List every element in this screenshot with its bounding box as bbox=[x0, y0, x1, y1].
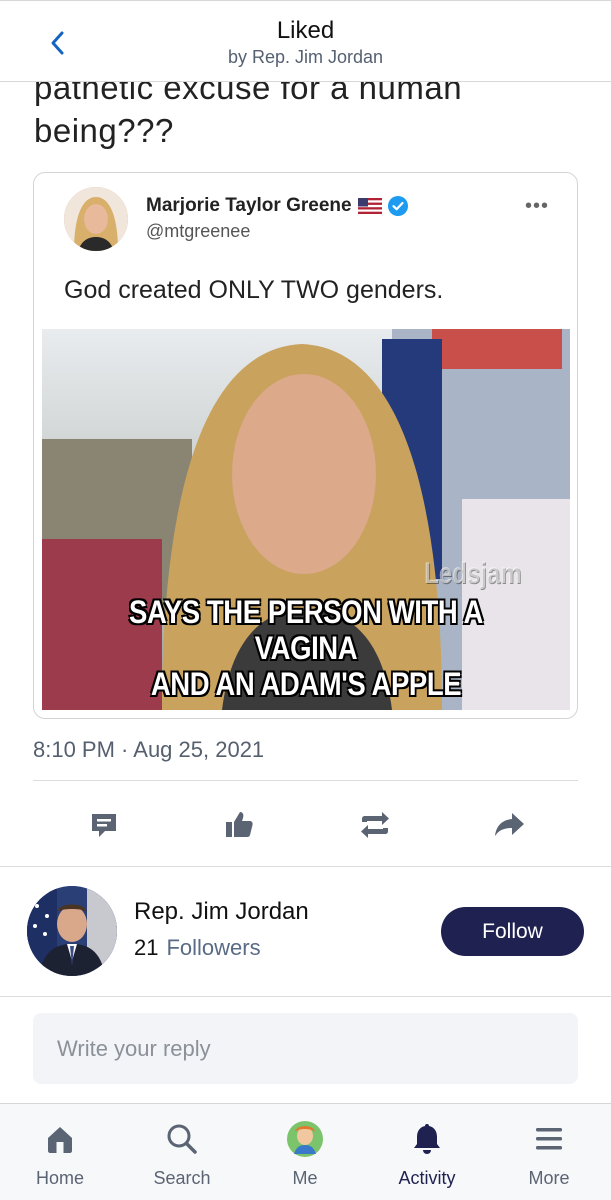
nav-label: Search bbox=[153, 1168, 211, 1188]
page-title: Liked bbox=[276, 17, 335, 44]
repost-icon bbox=[361, 812, 389, 838]
author-avatar[interactable] bbox=[27, 886, 117, 976]
comment-button[interactable] bbox=[79, 800, 129, 850]
follow-button[interactable]: Follow bbox=[441, 907, 584, 956]
tweet-handle: @mtgreenee bbox=[146, 221, 251, 241]
page-subtitle: by Rep. Jim Jordan bbox=[227, 47, 384, 67]
verified-badge-icon bbox=[387, 196, 408, 216]
author-name[interactable]: Rep. Jim Jordan bbox=[134, 898, 309, 926]
search-icon bbox=[167, 1124, 197, 1154]
image-caption: SAYS THE PERSON WITH A VAGINA AND AN ADA… bbox=[129, 594, 483, 702]
nav-home[interactable]: Home bbox=[0, 1120, 120, 1189]
post-text: pathetic excuse for a human being??? bbox=[34, 69, 594, 152]
action-bar bbox=[0, 800, 611, 850]
reply-input[interactable] bbox=[33, 1013, 578, 1084]
bell-icon bbox=[414, 1124, 440, 1154]
nav-me[interactable]: Me bbox=[245, 1120, 365, 1189]
post-timestamp: 8:10 PM · Aug 25, 2021 bbox=[33, 737, 265, 762]
post-text-line: being??? bbox=[34, 112, 174, 149]
divider bbox=[0, 996, 611, 997]
nav-label: Me bbox=[292, 1168, 318, 1188]
nav-label: Home bbox=[35, 1168, 84, 1188]
like-icon bbox=[226, 812, 253, 837]
top-bar: Liked by Rep. Jim Jordan bbox=[0, 0, 611, 82]
like-button[interactable] bbox=[214, 800, 264, 850]
image-watermark: Ledsjam bbox=[424, 557, 522, 590]
more-options-icon[interactable]: ••• bbox=[525, 195, 549, 218]
avatar bbox=[64, 187, 128, 251]
divider bbox=[0, 866, 611, 867]
tweet-author-name: Marjorie Taylor Greene bbox=[146, 195, 408, 217]
followers-count: 21 bbox=[134, 935, 159, 960]
comment-icon bbox=[92, 814, 116, 837]
tweet-image[interactable]: Ledsjam SAYS THE PERSON WITH A VAGINA AN… bbox=[42, 329, 570, 710]
us-flag-icon bbox=[357, 198, 382, 214]
bottom-nav: Home Search Me Activity More bbox=[0, 1103, 611, 1200]
author-followers[interactable]: 21 Followers bbox=[134, 935, 261, 961]
followers-label: Followers bbox=[166, 935, 261, 960]
tweet-body: God created ONLY TWO genders. bbox=[64, 276, 444, 304]
nav-label: More bbox=[528, 1168, 570, 1188]
nav-search[interactable]: Search bbox=[122, 1120, 242, 1189]
nav-activity[interactable]: Activity bbox=[367, 1120, 487, 1189]
nav-more[interactable]: More bbox=[489, 1120, 609, 1189]
home-icon bbox=[48, 1127, 72, 1153]
repost-button[interactable] bbox=[350, 800, 400, 850]
user-avatar-icon bbox=[287, 1121, 323, 1157]
menu-icon bbox=[536, 1128, 562, 1150]
nav-label: Activity bbox=[398, 1168, 456, 1188]
divider bbox=[33, 780, 578, 781]
share-button[interactable] bbox=[484, 800, 534, 850]
share-icon bbox=[495, 813, 524, 836]
embedded-tweet[interactable]: Marjorie Taylor Greene @mtgreenee ••• Go… bbox=[33, 172, 578, 719]
